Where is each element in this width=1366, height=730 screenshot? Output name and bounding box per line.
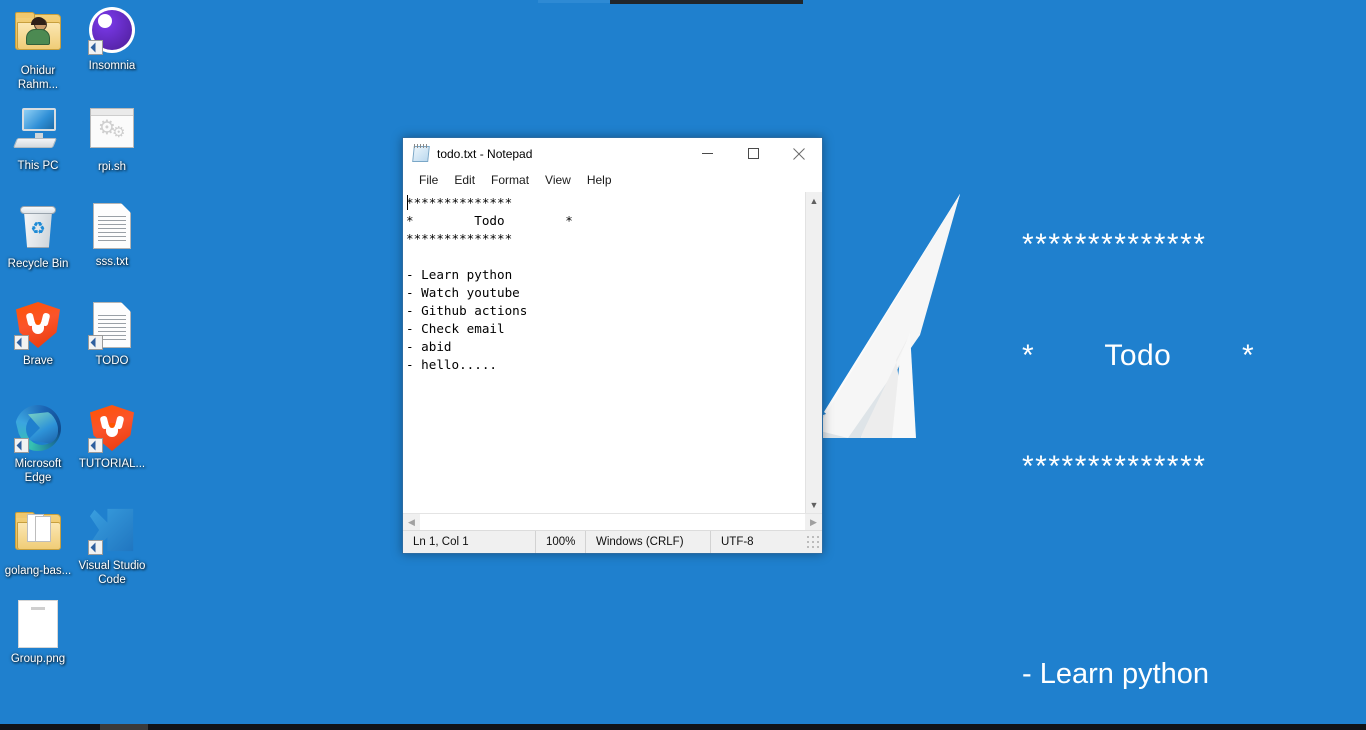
paper-plane-graphic <box>810 194 960 438</box>
window-title: todo.txt - Notepad <box>437 146 533 161</box>
desktop-icon-visual-studio-code[interactable]: Visual Studio Code <box>74 506 150 587</box>
wallpaper-todo-text: ************** * Todo * ************** -… <box>1022 152 1362 730</box>
text-file-icon <box>88 302 136 350</box>
desktop-icon-ohidur-rahman[interactable]: Ohidur Rahm... <box>0 6 76 92</box>
desktop-icon-label: Brave <box>22 355 54 367</box>
notepad-body[interactable]: ************** * Todo * ************** -… <box>403 191 822 513</box>
desktop-icon-todo[interactable]: TODO <box>74 301 150 368</box>
minimize-button[interactable] <box>684 139 730 169</box>
desktop-icon-microsoft-edge[interactable]: Microsoft Edge <box>0 404 76 485</box>
desktop-icon-label: Insomnia <box>88 60 136 72</box>
visual-studio-code-icon <box>88 507 136 555</box>
scroll-down-arrow-icon[interactable]: ▼ <box>806 496 822 513</box>
notepad-text-area[interactable]: ************** * Todo * ************** -… <box>403 192 805 513</box>
desktop-icon-label: Recycle Bin <box>7 258 69 270</box>
desktop-icon-label: TODO <box>95 355 129 367</box>
desktop-icon-label: Ohidur Rahm... <box>17 65 59 91</box>
top-edge-accent-bar <box>538 0 610 3</box>
wallpaper-todo-item: - Learn python <box>1022 658 1210 690</box>
text-file-icon <box>88 203 136 251</box>
shortcut-arrow-icon <box>88 540 103 555</box>
shortcut-arrow-icon <box>14 335 29 350</box>
desktop-icon-recycle-bin[interactable]: ♻ Recycle Bin <box>0 202 76 271</box>
wallpaper-header-top-stars: ************** <box>1022 228 1207 261</box>
shortcut-arrow-icon <box>14 438 29 453</box>
brave-browser-icon <box>14 302 62 350</box>
shortcut-arrow-icon <box>88 335 103 350</box>
desktop-icon-label: sss.txt <box>95 256 129 268</box>
status-zoom-level[interactable]: 100% <box>535 531 585 553</box>
desktop-icon-group-png[interactable]: Group.png <box>0 600 76 666</box>
taskbar-edge <box>0 724 1366 730</box>
desktop-icon-label: Microsoft Edge <box>14 458 62 484</box>
desktop-icon-insomnia[interactable]: Insomnia <box>74 6 150 73</box>
image-file-icon <box>14 600 62 648</box>
menu-item-edit[interactable]: Edit <box>446 171 483 189</box>
vertical-scroll-thumb[interactable] <box>806 209 822 496</box>
notepad-status-bar: Ln 1, Col 1 100% Windows (CRLF) UTF-8 <box>403 530 822 553</box>
notepad-menu-bar[interactable]: File Edit Format View Help <box>403 169 822 191</box>
top-edge-window-bar <box>610 0 803 4</box>
horizontal-scrollbar[interactable]: ◀ ▶ <box>403 513 822 531</box>
desktop-icon-brave[interactable]: Brave <box>0 301 76 368</box>
desktop-icon-this-pc[interactable]: This PC <box>0 104 76 173</box>
status-line-ending: Windows (CRLF) <box>585 531 710 553</box>
desktop-icon-label: Group.png <box>10 653 66 665</box>
horizontal-scroll-track[interactable] <box>420 513 805 531</box>
microsoft-edge-icon <box>14 405 62 453</box>
wallpaper-todo-header: ************** * Todo * ************** <box>1022 152 1362 559</box>
scroll-right-arrow-icon[interactable]: ▶ <box>805 517 822 528</box>
brave-browser-icon <box>88 405 136 453</box>
wallpaper-todo-list: - Learn python - Watch youtube - Github … <box>1022 589 1362 730</box>
desktop-icon-golang-basics[interactable]: golang-bas... <box>0 506 76 578</box>
desktop-icon-label: Visual Studio Code <box>78 560 146 586</box>
vertical-scrollbar[interactable]: ▲ ▼ <box>805 192 822 513</box>
scroll-up-arrow-icon[interactable]: ▲ <box>806 192 822 209</box>
status-encoding: UTF-8 <box>710 531 806 553</box>
resize-grip[interactable] <box>806 535 820 549</box>
insomnia-icon <box>88 7 136 55</box>
this-pc-icon <box>12 107 62 155</box>
desktop-icon-tutorial[interactable]: TUTORIAL... <box>74 404 150 471</box>
taskbar-edge-segment <box>100 724 148 730</box>
user-folder-icon <box>14 12 62 60</box>
menu-item-help[interactable]: Help <box>579 171 620 189</box>
desktop-icon-label: golang-bas... <box>4 565 72 577</box>
desktop-icon-label: This PC <box>17 160 59 172</box>
recycle-bin-icon: ♻ <box>14 205 62 253</box>
wallpaper-header-bottom-stars: ************** <box>1022 450 1207 483</box>
maximize-button[interactable] <box>730 139 776 169</box>
status-cursor-position: Ln 1, Col 1 <box>413 536 469 548</box>
shell-script-icon: ⚙ ⚙ <box>88 108 136 156</box>
desktop-icon-rpi-sh[interactable]: ⚙ ⚙ rpi.sh <box>74 104 150 174</box>
shortcut-arrow-icon <box>88 40 103 55</box>
notepad-title-bar[interactable]: todo.txt - Notepad <box>403 138 822 169</box>
menu-item-file[interactable]: File <box>411 171 446 189</box>
text-caret <box>407 195 408 210</box>
close-button[interactable] <box>776 139 822 169</box>
wallpaper-header-title-line: * Todo * <box>1022 339 1255 372</box>
horizontal-scroll-thumb[interactable] <box>420 513 805 531</box>
menu-item-view[interactable]: View <box>537 171 579 189</box>
notepad-icon <box>412 143 430 162</box>
vertical-scroll-track[interactable] <box>806 209 822 496</box>
desktop-icon-label: TUTORIAL... <box>78 458 146 470</box>
notepad-window[interactable]: todo.txt - Notepad File Edit Format View… <box>402 137 823 554</box>
folder-icon <box>14 512 62 560</box>
scroll-left-arrow-icon[interactable]: ◀ <box>403 517 420 528</box>
shortcut-arrow-icon <box>88 438 103 453</box>
menu-item-format[interactable]: Format <box>483 171 537 189</box>
desktop-icon-label: rpi.sh <box>97 161 127 173</box>
desktop-icon-sss-txt[interactable]: sss.txt <box>74 202 150 269</box>
